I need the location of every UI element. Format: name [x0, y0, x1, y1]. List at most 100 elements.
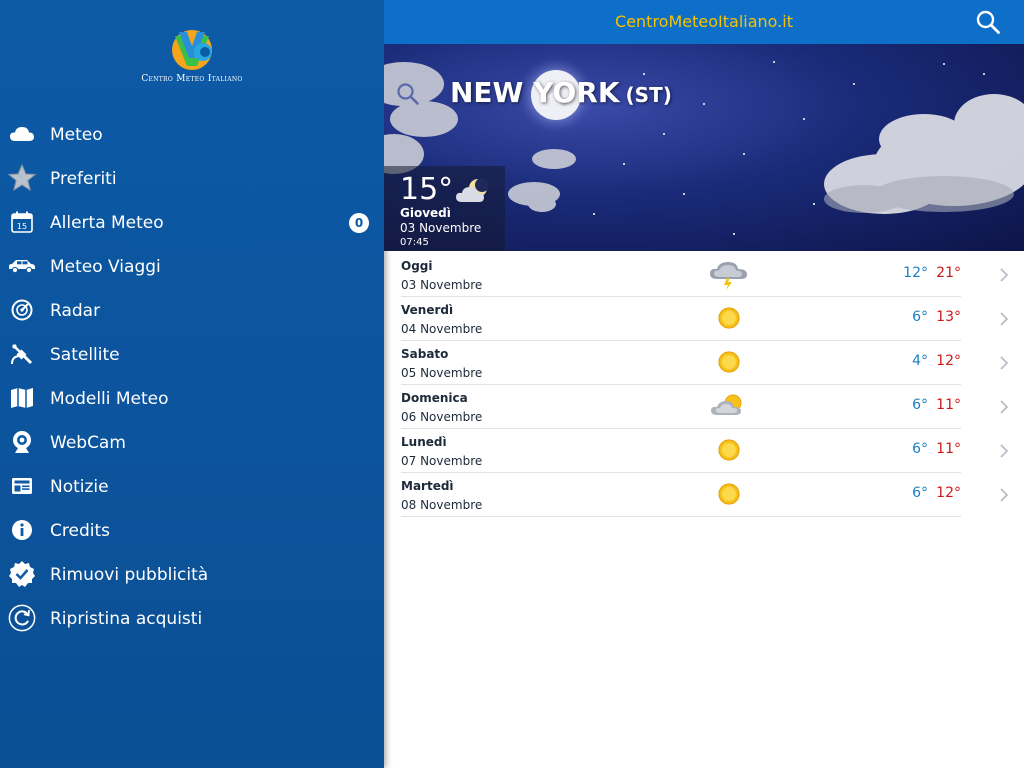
sidebar: Centro Meteo Italiano Meteo Preferiti 15…	[0, 0, 384, 768]
chevron-right-icon	[999, 355, 1009, 371]
app-root: Centro Meteo Italiano Meteo Preferiti 15…	[0, 0, 1024, 768]
sidebar-item-label: Ripristina acquisti	[50, 609, 203, 629]
sidebar-item-label: Notizie	[50, 477, 109, 497]
forecast-day: Martedì	[401, 479, 454, 493]
current-temperature: 15°	[400, 172, 454, 207]
site-title[interactable]: CentroMeteoItaliano.it	[384, 12, 1024, 31]
sidebar-item-credits[interactable]: Credits	[0, 509, 384, 553]
sidebar-item-label: Allerta Meteo	[50, 213, 164, 233]
forecast-min-temp: 6°	[912, 485, 928, 501]
city-name-text: NEW YORK	[450, 76, 620, 109]
app-logo[interactable]: Centro Meteo Italiano	[140, 28, 244, 90]
current-day: Giovedì	[400, 206, 451, 220]
forecast-list: Oggi 03 Novembre 12° 21° Venerdì 04 Nove…	[401, 253, 1024, 517]
sidebar-item-label: Modelli Meteo	[50, 389, 169, 409]
forecast-max-temp: 12°	[936, 485, 961, 501]
forecast-max-temp: 11°	[936, 441, 961, 457]
top-bar: CentroMeteoItaliano.it	[384, 0, 1024, 44]
forecast-row[interactable]: Domenica 06 Novembre 6° 11°	[401, 385, 1009, 429]
current-time: 07:45	[400, 237, 429, 248]
moon-cloud-icon	[454, 176, 494, 206]
info-icon	[8, 516, 36, 544]
forecast-date: 08 Novembre	[401, 498, 483, 512]
sidebar-item-label: Meteo Viaggi	[50, 257, 161, 277]
sidebar-item-label: Credits	[50, 521, 110, 541]
forecast-day: Oggi	[401, 259, 433, 273]
sidebar-item-webcam[interactable]: WebCam	[0, 421, 384, 465]
sun-icon	[707, 347, 751, 379]
sidebar-item-rimuovi-pubblicita[interactable]: Rimuovi pubblicità	[0, 553, 384, 597]
city-name: NEW YORK (ST)	[450, 76, 672, 109]
sidebar-item-modelli-meteo[interactable]: Modelli Meteo	[0, 377, 384, 421]
sidebar-item-notizie[interactable]: Notizie	[0, 465, 384, 509]
sidebar-item-label: Satellite	[50, 345, 120, 365]
sidebar-item-meteo[interactable]: Meteo	[0, 113, 384, 157]
webcam-icon	[8, 428, 36, 456]
sidebar-item-satellite[interactable]: Satellite	[0, 333, 384, 377]
sidebar-item-label: Rimuovi pubblicità	[50, 565, 209, 585]
city-hero: NEW YORK (ST) 15° Giovedì 03 Novembre 07:…	[384, 44, 1024, 251]
car-icon	[8, 252, 36, 280]
forecast-date: 04 Novembre	[401, 322, 483, 336]
sidebar-item-meteo-viaggi[interactable]: Meteo Viaggi	[0, 245, 384, 289]
forecast-row[interactable]: Oggi 03 Novembre 12° 21°	[401, 253, 1009, 297]
sidebar-item-label: Radar	[50, 301, 101, 321]
logo-mark-icon	[172, 30, 212, 70]
chevron-right-icon	[999, 399, 1009, 415]
radar-icon	[8, 296, 36, 324]
map-icon	[8, 384, 36, 412]
forecast-row[interactable]: Lunedì 07 Novembre 6° 11°	[401, 429, 1009, 473]
forecast-date: 03 Novembre	[401, 278, 483, 292]
logo-text: Centro Meteo Italiano	[141, 74, 243, 84]
verified-badge-icon	[8, 560, 36, 588]
current-conditions: 15° Giovedì 03 Novembre 07:45	[384, 166, 505, 251]
forecast-date: 06 Novembre	[401, 410, 483, 424]
sidebar-item-preferiti[interactable]: Preferiti	[0, 157, 384, 201]
forecast-date: 07 Novembre	[401, 454, 483, 468]
forecast-date: 05 Novembre	[401, 366, 483, 380]
calendar-icon: 15	[8, 208, 36, 236]
hero-search-icon[interactable]	[396, 82, 420, 106]
city-region: (ST)	[625, 83, 672, 107]
sidebar-item-radar[interactable]: Radar	[0, 289, 384, 333]
chevron-right-icon	[999, 311, 1009, 327]
sun-icon	[707, 435, 751, 467]
sidebar-item-allerta-meteo[interactable]: 15 Allerta Meteo 0	[0, 201, 384, 245]
cloud-icon	[8, 120, 36, 148]
svg-text:15: 15	[17, 222, 27, 231]
chevron-right-icon	[999, 487, 1009, 503]
storm-cloud-icon	[707, 259, 751, 291]
current-date: 03 Novembre	[400, 221, 482, 235]
forecast-day: Domenica	[401, 391, 468, 405]
sun-icon	[707, 479, 751, 511]
forecast-min-temp: 4°	[912, 353, 928, 369]
forecast-max-temp: 12°	[936, 353, 961, 369]
sidebar-menu: Meteo Preferiti 15 Allerta Meteo 0 Meteo	[0, 113, 384, 641]
forecast-min-temp: 6°	[912, 309, 928, 325]
forecast-max-temp: 21°	[936, 265, 961, 281]
forecast-row[interactable]: Sabato 05 Novembre 4° 12°	[401, 341, 1009, 385]
forecast-row[interactable]: Martedì 08 Novembre 6° 12°	[401, 473, 1009, 517]
forecast-day: Sabato	[401, 347, 449, 361]
forecast-day: Lunedì	[401, 435, 447, 449]
sidebar-item-label: Preferiti	[50, 169, 117, 189]
forecast-max-temp: 13°	[936, 309, 961, 325]
satellite-icon	[8, 340, 36, 368]
star-icon	[8, 164, 36, 192]
search-icon[interactable]	[976, 10, 1000, 34]
chevron-right-icon	[999, 443, 1009, 459]
forecast-row[interactable]: Venerdì 04 Novembre 6° 13°	[401, 297, 1009, 341]
restore-icon	[8, 604, 36, 632]
forecast-max-temp: 11°	[936, 397, 961, 413]
forecast-min-temp: 12°	[903, 265, 928, 281]
sidebar-item-ripristina-acquisti[interactable]: Ripristina acquisti	[0, 597, 384, 641]
chevron-right-icon	[999, 267, 1009, 283]
news-icon	[8, 472, 36, 500]
forecast-min-temp: 6°	[912, 397, 928, 413]
sidebar-item-label: WebCam	[50, 433, 126, 453]
sun-icon	[707, 303, 751, 335]
alert-count-badge: 0	[349, 213, 369, 233]
forecast-day: Venerdì	[401, 303, 454, 317]
forecast-min-temp: 6°	[912, 441, 928, 457]
sun-cloud-icon	[707, 391, 751, 423]
